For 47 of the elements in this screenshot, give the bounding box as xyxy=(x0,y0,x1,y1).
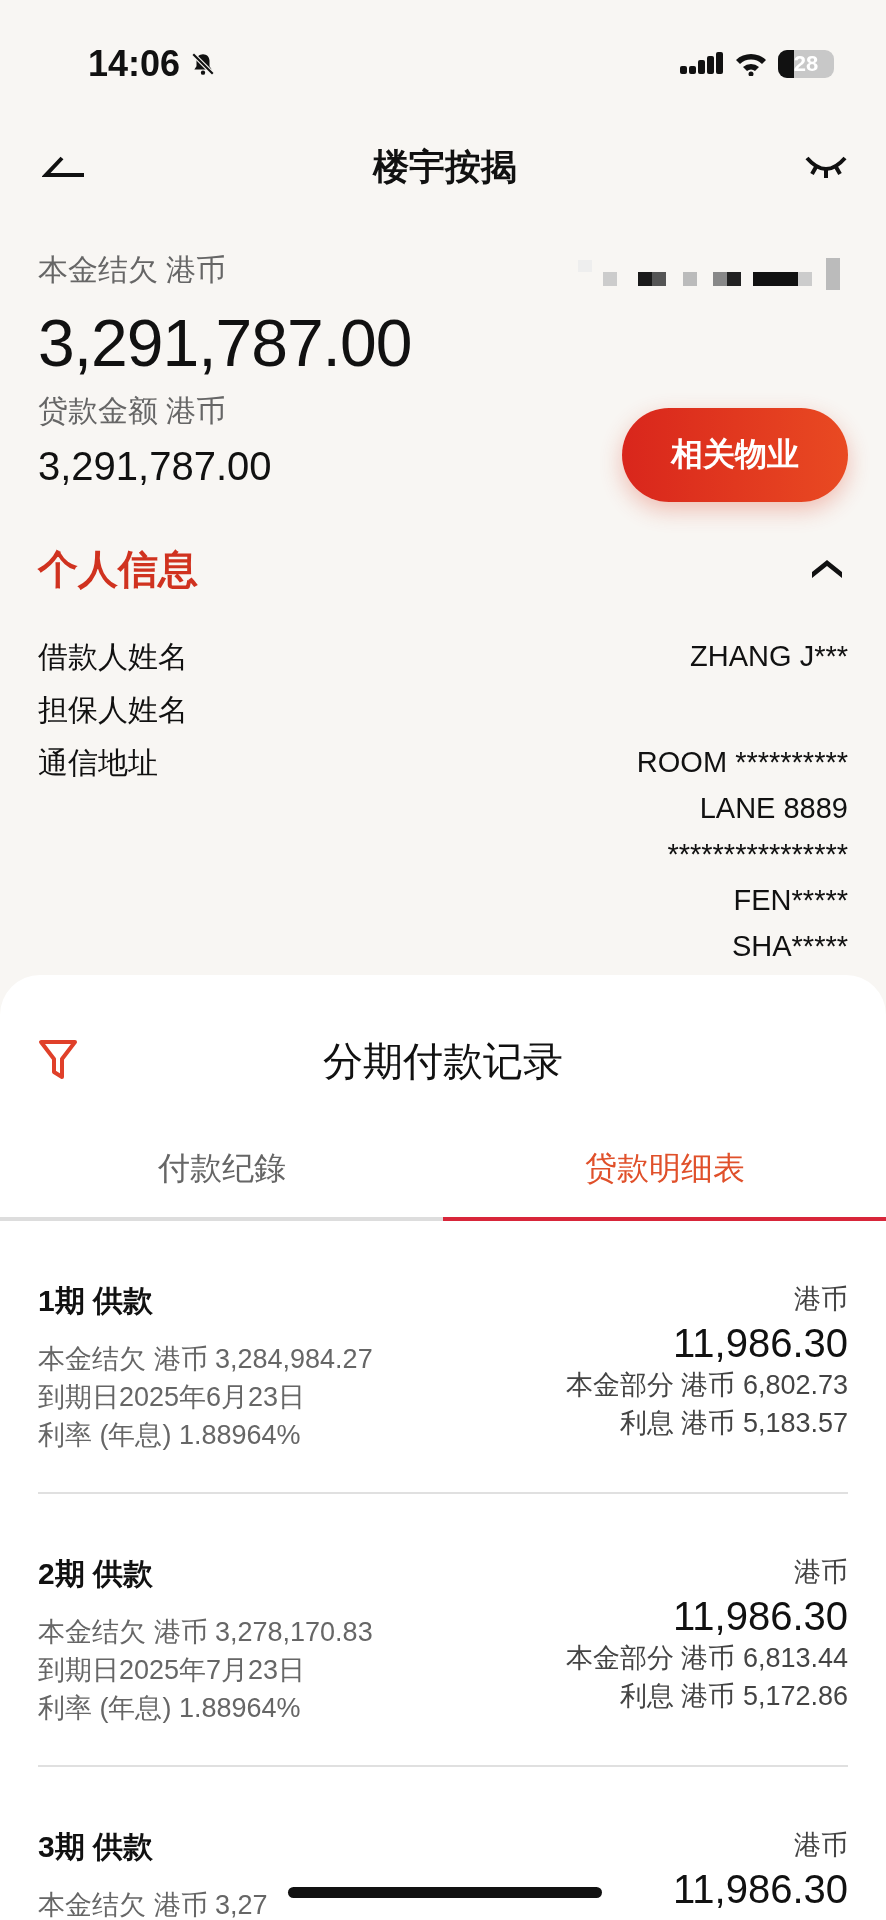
field-value: FEN***** xyxy=(733,883,848,918)
interest-text: 利息 港币 5,183.57 xyxy=(619,1407,848,1440)
installment-title: 1期 供款 xyxy=(38,1283,155,1319)
balance-text: 本金结欠 港币 3,278,170.83 xyxy=(38,1616,373,1649)
field-value: ROOM ********** xyxy=(636,745,848,780)
back-icon[interactable] xyxy=(42,155,86,179)
field-label: 通信地址 xyxy=(38,745,158,781)
sheet-title: 分期付款记录 xyxy=(323,1037,563,1085)
payment-amount: 11,986.30 xyxy=(673,1867,848,1912)
balance-amount: 3,291,787.00 xyxy=(38,305,412,381)
related-property-button[interactable]: 相关物业 xyxy=(622,408,848,502)
currency-label: 港币 xyxy=(794,1283,848,1316)
rate-text: 利率 (年息) 1.88964% xyxy=(38,1692,302,1725)
field-value: LANE 8889 xyxy=(699,791,848,826)
page-title: 楼宇按揭 xyxy=(373,144,517,189)
field-value: ZHANG J*** xyxy=(690,639,848,674)
field-value: SHA***** xyxy=(731,929,848,964)
wifi-icon xyxy=(734,52,768,76)
tab[interactable]: 贷款明细表 xyxy=(443,1147,886,1221)
muted-bell-icon xyxy=(190,51,217,77)
signal-icon xyxy=(680,52,724,76)
currency-label: 港币 xyxy=(794,1829,848,1862)
due-date-text: 到期日2025年6月23日 xyxy=(38,1381,307,1414)
loan-amount: 3,291,787.00 xyxy=(38,444,273,489)
principal-text: 本金部分 港币 6,802.73 xyxy=(565,1369,848,1402)
payment-amount: 11,986.30 xyxy=(673,1594,848,1639)
filter-icon[interactable] xyxy=(38,1039,78,1081)
chevron-icon[interactable] xyxy=(810,559,844,580)
balance-text: 本金结欠 港币 3,27 xyxy=(38,1889,268,1920)
closed-eye-icon[interactable] xyxy=(804,154,848,180)
field-label: 担保人姓名 xyxy=(38,692,188,728)
due-date-text: 到期日2025年7月23日 xyxy=(38,1654,307,1687)
balance-label: 本金结欠 港币 xyxy=(38,252,228,288)
section-title: 个人信息 xyxy=(38,546,198,593)
payment-amount: 11,986.30 xyxy=(673,1321,848,1366)
installment-title: 2期 供款 xyxy=(38,1556,155,1592)
tab[interactable]: 付款纪錄 xyxy=(0,1147,443,1221)
balance-text: 本金结欠 港币 3,284,984.27 xyxy=(38,1343,373,1376)
status-time: 14:06 xyxy=(88,43,181,85)
rate-text: 利率 (年息) 1.88964% xyxy=(38,1419,302,1452)
field-value: **************** xyxy=(667,837,848,872)
currency-label: 港币 xyxy=(794,1556,848,1589)
field-label: 借款人姓名 xyxy=(38,639,188,675)
interest-text: 利息 港币 5,172.86 xyxy=(619,1680,848,1713)
loan-label: 贷款金额 港币 xyxy=(38,393,228,429)
installment-title: 3期 供款 xyxy=(38,1829,155,1865)
principal-text: 本金部分 港币 6,813.44 xyxy=(565,1642,848,1675)
